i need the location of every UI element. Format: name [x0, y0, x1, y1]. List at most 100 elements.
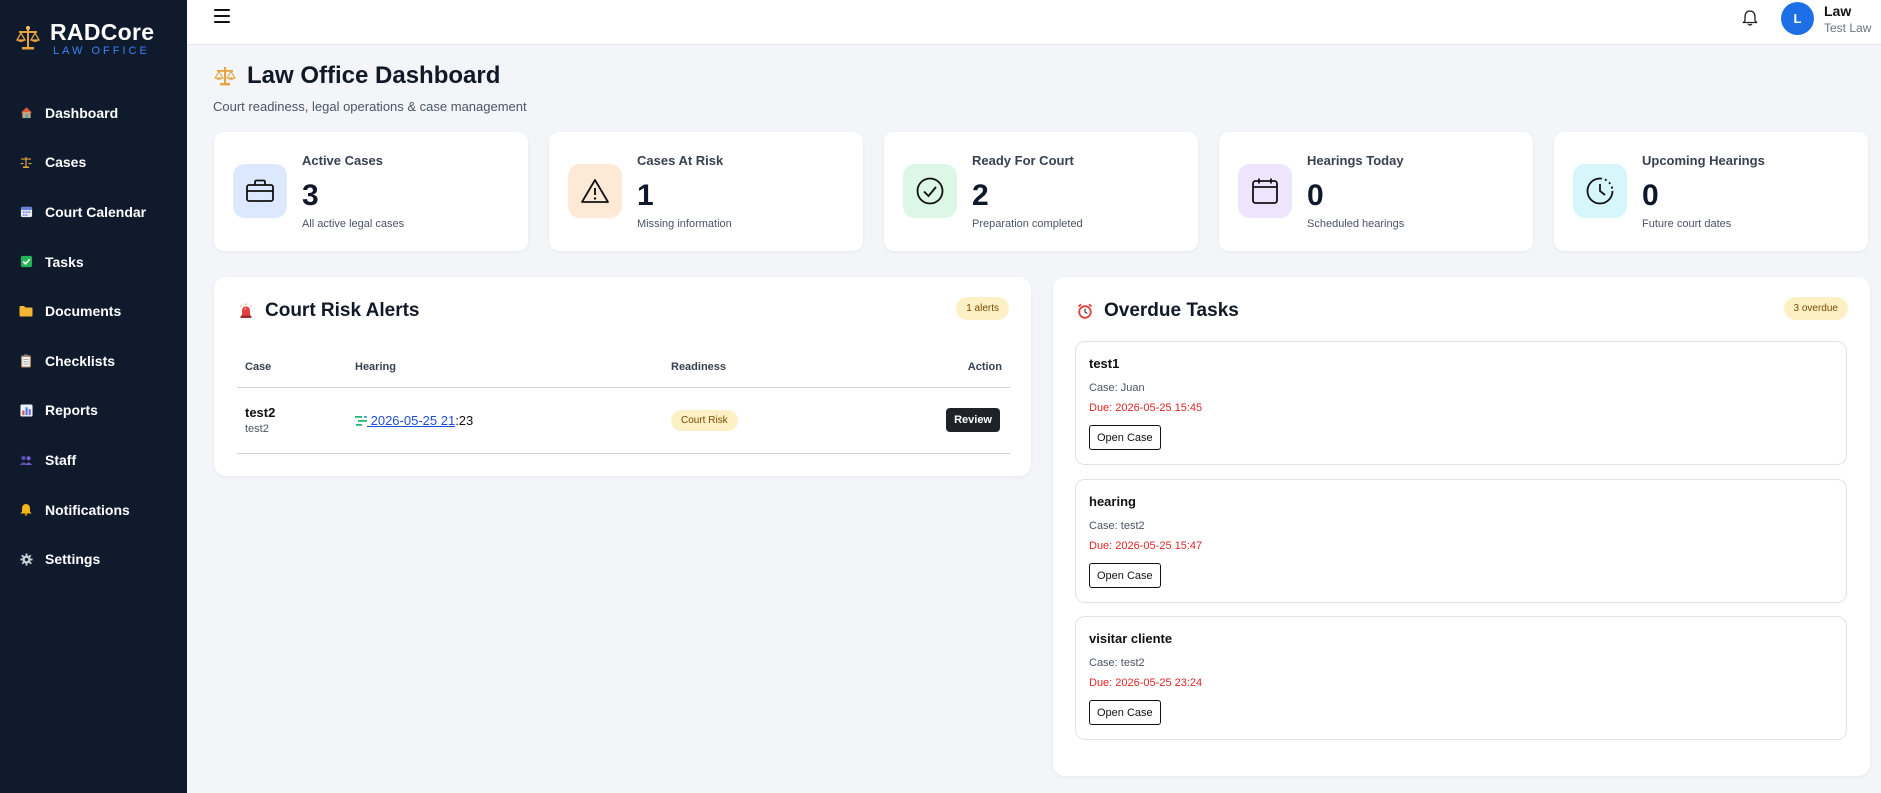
sidebar-nav: Dashboard Cases Court Calendar Tasks Doc…: [0, 88, 187, 584]
sidebar-item-staff[interactable]: Staff: [0, 435, 187, 485]
sidebar-item-settings[interactable]: Settings: [0, 534, 187, 584]
sidebar-item-dashboard[interactable]: Dashboard: [0, 88, 187, 138]
stat-value: 3: [302, 179, 319, 212]
bell-icon: [19, 503, 33, 517]
page-subtitle: Court readiness, legal operations & case…: [213, 99, 527, 114]
review-button[interactable]: Review: [946, 408, 1000, 432]
page-title: Law Office Dashboard: [247, 62, 501, 89]
menu-toggle-icon[interactable]: [214, 9, 230, 25]
user-menu[interactable]: Law Test Law: [1824, 3, 1871, 35]
hearing-list-icon: [355, 416, 367, 427]
table-header-row: Case Hearing Readiness Action: [237, 347, 1010, 388]
sidebar-item-label: Tasks: [45, 253, 84, 270]
stat-label: Hearings Today: [1307, 153, 1404, 168]
sidebar-item-label: Dashboard: [45, 104, 119, 121]
notification-bell-icon[interactable]: [1742, 9, 1758, 27]
briefcase-icon: [233, 164, 287, 218]
sidebar-item-label: Court Calendar: [45, 203, 147, 220]
stat-value: 0: [1307, 179, 1324, 212]
brand[interactable]: RADCore LAW OFFICE: [0, 0, 187, 62]
sidebar-item-label: Documents: [45, 303, 122, 320]
task-card: visitar cliente Case: test2 Due: 2026-05…: [1075, 616, 1847, 740]
stat-hint: All active legal cases: [302, 218, 405, 230]
task-name: hearing: [1089, 494, 1136, 509]
court-risk-alerts-panel: Court Risk Alerts 1 alerts Case Hearing …: [214, 277, 1031, 476]
sidebar-item-notifications[interactable]: Notifications: [0, 485, 187, 535]
task-case: Case: test2: [1089, 657, 1145, 669]
warning-icon: [568, 164, 622, 218]
case-name: test2: [245, 405, 276, 420]
sidebar-item-tasks[interactable]: Tasks: [0, 237, 187, 287]
task-due-date: Due: 2026-05-25 15:47: [1089, 540, 1203, 552]
sidebar-item-label: Staff: [45, 451, 77, 468]
task-due-date: Due: 2026-05-25 15:45: [1089, 402, 1203, 414]
task-name: test1: [1089, 356, 1120, 371]
stat-value: 1: [637, 179, 654, 212]
alerts-count-badge: 1 alerts: [956, 297, 1009, 320]
sidebar-item-label: Cases: [45, 154, 87, 171]
stat-value: 2: [972, 179, 989, 212]
hearing-datetime-link[interactable]: 2026-05-25 21: [367, 413, 456, 428]
folder-icon: [19, 304, 33, 318]
user-role: Test Law: [1824, 21, 1872, 35]
task-case: Case: Juan: [1089, 382, 1145, 394]
calendar-icon: [19, 205, 33, 219]
siren-icon: [240, 303, 252, 318]
topbar: L Law Test Law: [187, 0, 1881, 45]
open-case-button[interactable]: Open Case: [1089, 425, 1161, 450]
clock-icon: [1573, 164, 1627, 218]
stat-hint: Scheduled hearings: [1307, 218, 1405, 230]
task-case: Case: test2: [1089, 520, 1145, 532]
readiness-badge: Court Risk: [671, 409, 738, 431]
overdue-tasks-panel: Overdue Tasks 3 overdue test1 Case: Juan…: [1053, 277, 1870, 776]
stat-card-ready-for-court[interactable]: Ready For Court 2 Preparation completed: [884, 132, 1198, 251]
risk-alerts-table: Case Hearing Readiness Action test2 test…: [237, 347, 1010, 454]
scales-icon: [214, 67, 236, 86]
brand-name: RADCore: [50, 18, 155, 45]
home-icon: [19, 106, 33, 120]
case-client: test2: [245, 423, 269, 435]
panel-title: Overdue Tasks: [1104, 300, 1239, 321]
sidebar-item-court-calendar[interactable]: Court Calendar: [0, 187, 187, 237]
stat-card-cases-at-risk[interactable]: Cases At Risk 1 Missing information: [549, 132, 863, 251]
checkbox-icon: [19, 255, 33, 269]
hearing-time-suffix: :23: [455, 412, 474, 428]
sidebar: RADCore LAW OFFICE Dashboard Cases Court…: [0, 0, 187, 793]
stat-value: 0: [1642, 179, 1659, 212]
check-circle-icon: [903, 164, 957, 218]
people-icon: [19, 453, 33, 467]
task-card: hearing Case: test2 Due: 2026-05-25 15:4…: [1075, 479, 1847, 603]
panel-title: Court Risk Alerts: [265, 300, 420, 321]
brand-subtitle: LAW OFFICE: [53, 44, 150, 57]
stat-hint: Future court dates: [1642, 218, 1732, 230]
sidebar-item-reports[interactable]: Reports: [0, 386, 187, 436]
column-header-hearing: Hearing: [347, 347, 663, 388]
alarm-clock-icon: [1077, 303, 1093, 319]
user-name: Law: [1824, 3, 1852, 19]
column-header-case: Case: [237, 347, 347, 388]
task-due-date: Due: 2026-05-25 23:24: [1089, 677, 1203, 689]
column-header-action: Action: [893, 347, 1010, 388]
stat-hint: Missing information: [637, 218, 732, 230]
page-header: Law Office Dashboard Court readiness, le…: [213, 62, 527, 114]
calendar-icon: [1238, 164, 1292, 218]
stat-hint: Preparation completed: [972, 218, 1083, 230]
sidebar-item-label: Settings: [45, 551, 101, 568]
sidebar-item-documents[interactable]: Documents: [0, 286, 187, 336]
bar-chart-icon: [19, 403, 33, 417]
stat-card-hearings-today[interactable]: Hearings Today 0 Scheduled hearings: [1219, 132, 1533, 251]
sidebar-item-cases[interactable]: Cases: [0, 138, 187, 188]
stat-label: Upcoming Hearings: [1642, 153, 1765, 168]
table-row: test2 test2 2026-05-25 21:23 Court Risk …: [237, 387, 1010, 454]
open-case-button[interactable]: Open Case: [1089, 563, 1161, 588]
stat-label: Cases At Risk: [637, 153, 724, 168]
task-name: visitar cliente: [1089, 631, 1173, 646]
stat-card-active-cases[interactable]: Active Cases 3 All active legal cases: [214, 132, 528, 251]
stat-label: Ready For Court: [972, 153, 1074, 168]
stat-card-upcoming-hearings[interactable]: Upcoming Hearings 0 Future court dates: [1554, 132, 1868, 251]
open-case-button[interactable]: Open Case: [1089, 700, 1161, 725]
sidebar-item-label: Checklists: [45, 352, 116, 369]
avatar[interactable]: L: [1781, 2, 1814, 35]
task-card: test1 Case: Juan Due: 2026-05-25 15:45 O…: [1075, 341, 1847, 465]
sidebar-item-checklists[interactable]: Checklists: [0, 336, 187, 386]
